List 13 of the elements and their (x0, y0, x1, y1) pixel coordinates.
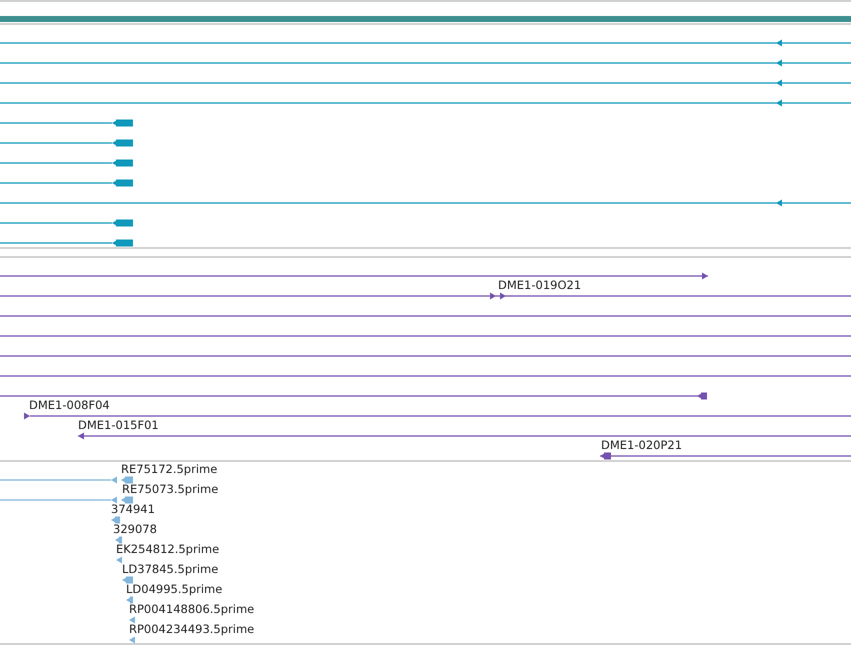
feature-label: DME1-020P21 (601, 438, 682, 452)
feature-label: LD37845.5prime (122, 562, 218, 576)
feature-label: 329078 (113, 522, 157, 536)
feature-label: DME1-008F04 (29, 398, 110, 412)
feature-label: DME1-019O21 (498, 278, 582, 292)
feature-label: RP004148806.5prime (129, 602, 254, 616)
feature-label: EK254812.5prime (116, 542, 220, 556)
feature-label: LD04995.5prime (126, 582, 222, 596)
feature-label: RP004234493.5prime (129, 622, 254, 636)
feature-label: 374941 (111, 502, 155, 516)
feature-label: DME1-015F01 (78, 418, 159, 432)
feature-label: RE75172.5prime (121, 462, 218, 476)
feature-label: RE75073.5prime (122, 482, 218, 496)
